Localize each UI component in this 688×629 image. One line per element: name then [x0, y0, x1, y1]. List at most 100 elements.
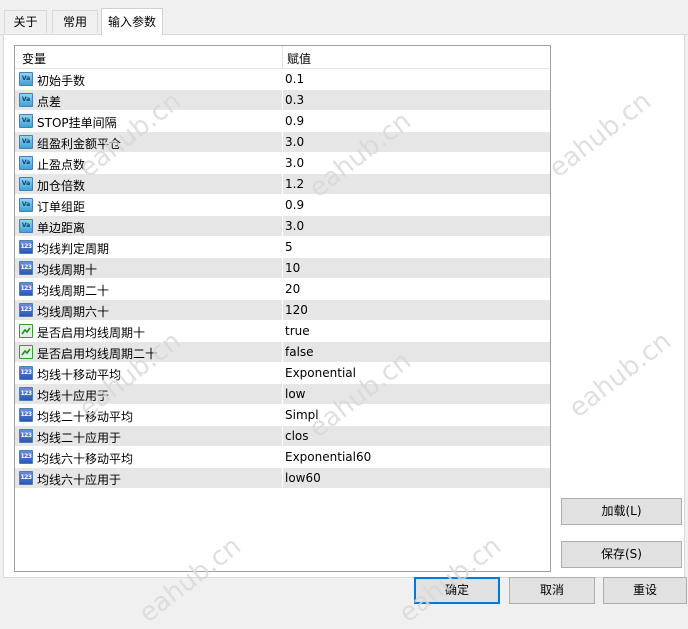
column-divider	[282, 342, 283, 363]
reset-button[interactable]: 重设	[603, 577, 687, 604]
parameter-value[interactable]: 120	[285, 303, 308, 317]
parameter-value[interactable]: low60	[285, 471, 321, 485]
integer-123-icon: 123	[19, 408, 33, 422]
tab-common[interactable]: 常用	[52, 10, 98, 33]
column-divider	[282, 300, 283, 321]
table-row[interactable]: Va 点差 0.3	[15, 90, 550, 111]
table-row[interactable]: 123 均线二十应用于 clos	[15, 426, 550, 447]
parameter-value[interactable]: Simpl	[285, 408, 319, 422]
integer-123-icon: 123	[19, 261, 33, 275]
column-divider	[282, 195, 283, 216]
parameter-value[interactable]: clos	[285, 429, 309, 443]
column-divider	[282, 153, 283, 174]
va-icon: Va	[19, 93, 33, 107]
parameter-value[interactable]: 3.0	[285, 135, 304, 149]
table-row[interactable]: 是否启用均线周期二十 false	[15, 342, 550, 363]
parameter-name: 均线六十移动平均	[37, 452, 134, 466]
tab-input-parameters[interactable]: 输入参数	[101, 8, 163, 35]
table-row[interactable]: 123 均线六十应用于 low60	[15, 468, 550, 489]
table-row[interactable]: Va 组盈利金额平仓 3.0	[15, 132, 550, 153]
integer-123-icon: 123	[19, 387, 33, 401]
parameter-name: 均线周期六十	[37, 305, 110, 319]
parameter-name: STOP挂单间隔	[37, 116, 117, 130]
parameter-value[interactable]: 5	[285, 240, 293, 254]
table-row[interactable]: Va 单边距离 3.0	[15, 216, 550, 237]
column-divider	[282, 363, 283, 384]
parameter-value[interactable]: 0.9	[285, 114, 304, 128]
parameter-name: 均线判定周期	[37, 242, 110, 256]
parameter-name: 均线二十应用于	[37, 431, 122, 445]
parameter-name: 组盈利金额平仓	[37, 137, 122, 151]
table-row[interactable]: Va 订单组距 0.9	[15, 195, 550, 216]
column-divider	[282, 174, 283, 195]
parameter-value[interactable]: false	[285, 345, 314, 359]
column-divider	[282, 111, 283, 132]
parameter-name: 加仓倍数	[37, 179, 86, 193]
table-row[interactable]: 是否启用均线周期十 true	[15, 321, 550, 342]
table-row[interactable]: Va 加仓倍数 1.2	[15, 174, 550, 195]
parameter-name: 均线周期十	[37, 263, 98, 277]
integer-123-icon: 123	[19, 240, 33, 254]
boolean-icon	[19, 345, 33, 359]
parameter-value[interactable]: true	[285, 324, 310, 338]
table-row[interactable]: 123 均线周期六十 120	[15, 300, 550, 321]
tab-about[interactable]: 关于	[4, 10, 47, 33]
parameter-value[interactable]: 3.0	[285, 219, 304, 233]
va-icon: Va	[19, 135, 33, 149]
boolean-icon	[19, 324, 33, 338]
va-icon: Va	[19, 219, 33, 233]
parameter-name: 均线周期二十	[37, 284, 110, 298]
parameter-name: 均线六十应用于	[37, 473, 122, 487]
column-divider	[282, 468, 283, 489]
va-icon: Va	[19, 177, 33, 191]
parameter-name: 止盈点数	[37, 158, 86, 172]
parameter-value[interactable]: 0.3	[285, 93, 304, 107]
integer-123-icon: 123	[19, 303, 33, 317]
parameter-value[interactable]: 0.9	[285, 198, 304, 212]
parameter-name: 单边距离	[37, 221, 86, 235]
table-row[interactable]: Va 初始手数 0.1	[15, 69, 550, 90]
column-divider	[282, 447, 283, 468]
parameter-name: 是否启用均线周期二十	[37, 347, 158, 361]
header-variable-cell[interactable]: 变量	[15, 46, 283, 68]
integer-123-icon: 123	[19, 366, 33, 380]
parameter-value[interactable]: Exponential60	[285, 450, 371, 464]
column-divider	[282, 405, 283, 426]
integer-123-icon: 123	[19, 450, 33, 464]
parameter-name: 初始手数	[37, 74, 86, 88]
header-value[interactable]: 赋值	[287, 50, 311, 67]
va-icon: Va	[19, 114, 33, 128]
parameter-value[interactable]: Exponential	[285, 366, 356, 380]
parameter-value[interactable]: low	[285, 387, 306, 401]
table-row[interactable]: 123 均线六十移动平均 Exponential60	[15, 447, 550, 468]
parameter-name: 订单组距	[37, 200, 86, 214]
table-row[interactable]: 123 均线周期十 10	[15, 258, 550, 279]
column-divider	[282, 216, 283, 237]
header-variable: 变量	[22, 52, 47, 66]
column-divider	[282, 69, 283, 90]
table-row[interactable]: 123 均线二十移动平均 Simpl	[15, 405, 550, 426]
table-row[interactable]: 123 均线周期二十 20	[15, 279, 550, 300]
ok-button[interactable]: 确定	[414, 577, 500, 604]
parameter-value[interactable]: 20	[285, 282, 300, 296]
integer-123-icon: 123	[19, 471, 33, 485]
column-divider	[282, 237, 283, 258]
load-button[interactable]: 加载(L)	[561, 498, 682, 525]
parameter-name: 均线二十移动平均	[37, 410, 134, 424]
table-row[interactable]: 123 均线判定周期 5	[15, 237, 550, 258]
parameter-value[interactable]: 0.1	[285, 72, 304, 86]
table-row[interactable]: 123 均线十应用于 low	[15, 384, 550, 405]
save-button[interactable]: 保存(S)	[561, 541, 682, 568]
cancel-button[interactable]: 取消	[509, 577, 595, 604]
table-row[interactable]: Va 止盈点数 3.0	[15, 153, 550, 174]
parameter-name: 均线十应用于	[37, 389, 110, 403]
parameter-value[interactable]: 10	[285, 261, 300, 275]
table-row[interactable]: Va STOP挂单间隔 0.9	[15, 111, 550, 132]
column-divider	[282, 90, 283, 111]
parameter-name: 均线十移动平均	[37, 368, 122, 382]
parameters-table: 变量 赋值 Va 初始手数 0.1 Va 点差 0.3 Va STOP挂单间隔 0.9 Va 组盈利…	[14, 45, 551, 572]
parameter-value[interactable]: 3.0	[285, 156, 304, 170]
table-row[interactable]: 123 均线十移动平均 Exponential	[15, 363, 550, 384]
va-icon: Va	[19, 198, 33, 212]
parameter-value[interactable]: 1.2	[285, 177, 304, 191]
